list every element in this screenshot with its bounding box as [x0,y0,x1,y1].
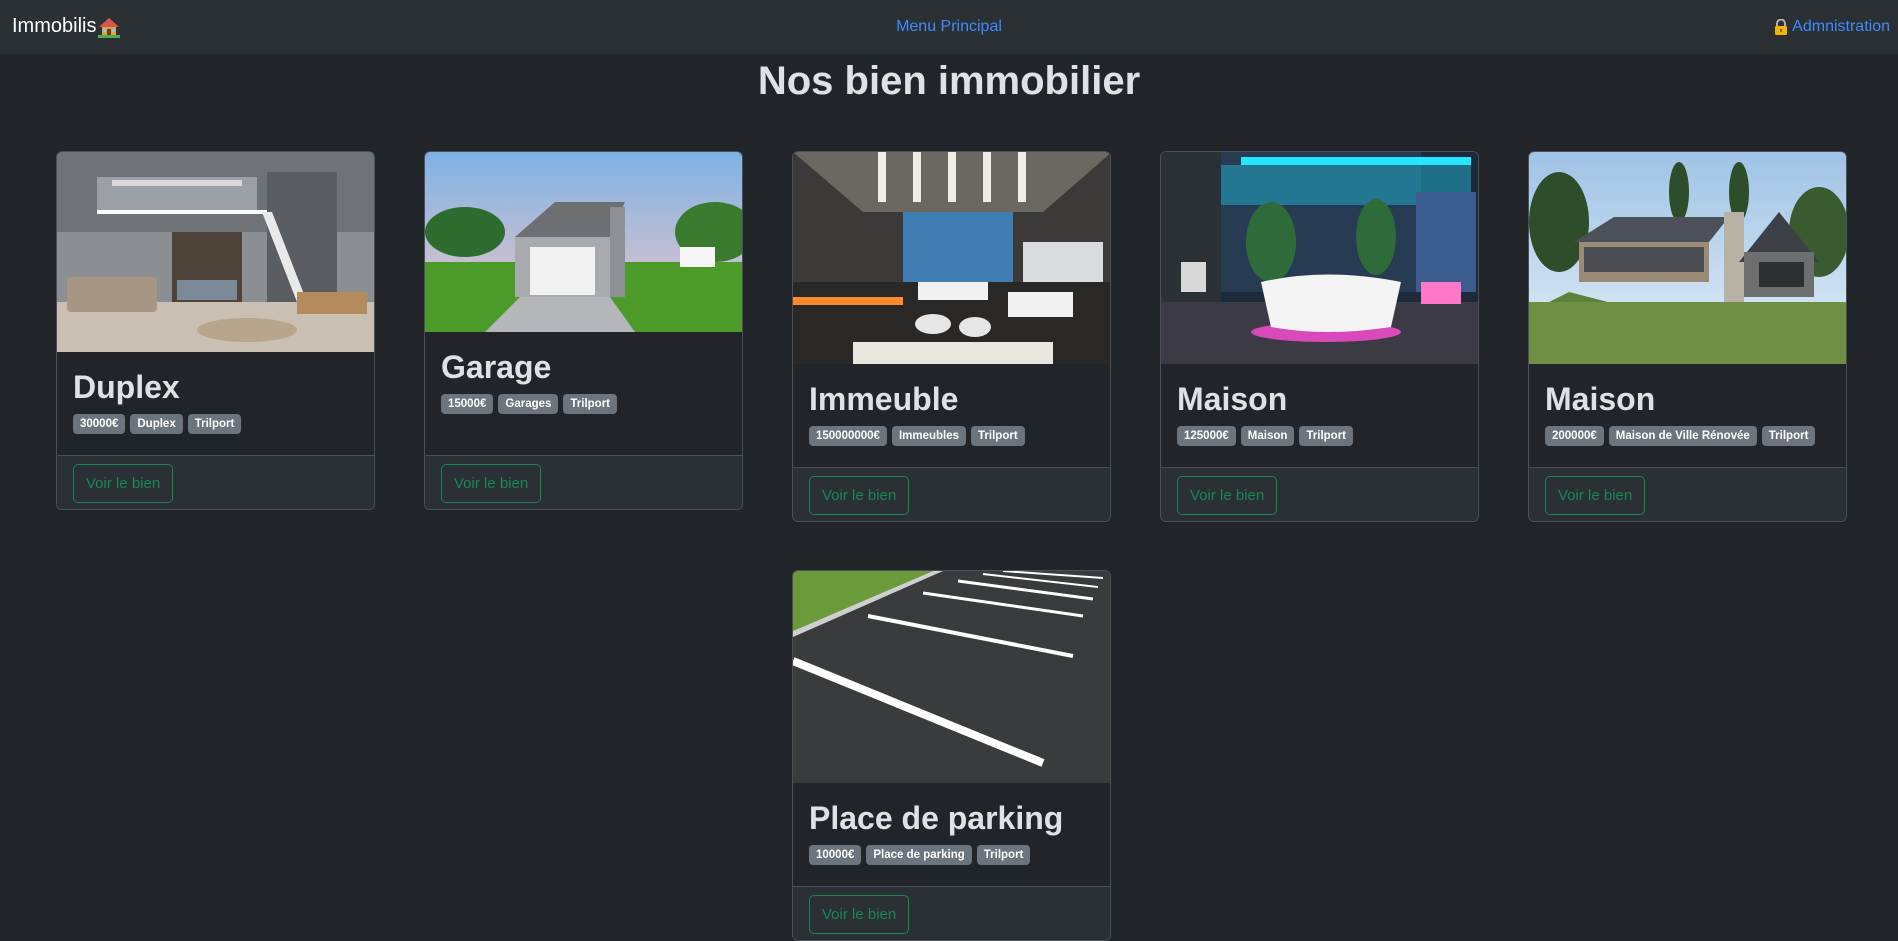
type-badge: Duplex [130,414,183,434]
city-badge: Trilport [1761,426,1816,446]
lounge-interior-image [793,152,1110,364]
view-property-button[interactable]: Voir le bien [73,464,174,503]
view-property-button[interactable]: Voir le bien [809,476,910,515]
city-badge: Trilport [976,845,1031,865]
card-footer: Voir le bien [1161,467,1478,521]
card-title: Garage [441,349,552,385]
property-card: Place de parking 10000€ Place de parking… [792,570,1111,941]
city-badge: Trilport [187,414,242,434]
badge-group: 150000000€ Immeubles Trilport [809,426,1094,446]
badge-group: 200000€ Maison de Ville Rénovée Trilport [1545,426,1830,446]
badge-group: 125000€ Maison Trilport [1177,426,1462,446]
view-property-button[interactable]: Voir le bien [441,464,542,503]
modern-house-image [1529,152,1846,364]
garage-image [425,152,742,332]
view-property-button[interactable]: Voir le bien [1177,476,1278,515]
card-body: Immeuble 150000000€ Immeubles Trilport [793,364,1110,467]
type-badge: Garages [498,394,559,414]
card-body: Place de parking 10000€ Place de parking… [793,783,1110,886]
card-footer: Voir le bien [793,886,1110,940]
card-footer: Voir le bien [793,467,1110,521]
city-badge: Trilport [1299,426,1354,446]
type-badge: Maison [1240,426,1295,446]
city-badge: Trilport [971,426,1025,446]
card-body: Maison 200000€ Maison de Ville Rénovée T… [1529,364,1846,467]
property-card: Maison 200000€ Maison de Ville Rénovée T… [1528,151,1847,522]
administration-link[interactable]: Admnistration [1792,18,1890,36]
card-title: Duplex [73,369,180,405]
card-footer: Voir le bien [57,455,374,509]
view-property-button[interactable]: Voir le bien [809,895,910,934]
price-badge: 30000€ [73,414,126,434]
card-title: Immeuble [809,381,959,417]
nav-right: Admnistration [1774,18,1890,36]
duplex-interior-image [57,152,374,352]
city-badge: Trilport [563,394,618,414]
lock-icon [1774,19,1788,35]
badge-group: 30000€ Duplex Trilport [73,414,358,434]
view-property-button[interactable]: Voir le bien [1545,476,1646,515]
parking-lot-image [793,571,1110,783]
card-title: Maison [1177,381,1288,417]
property-card: Garage 15000€ Garages Trilport Voir le b… [424,151,743,510]
type-badge: Maison de Ville Rénovée [1608,426,1757,446]
type-badge: Immeubles [891,426,967,446]
navbar: Immobilis Menu Principal Admnistration [0,0,1898,54]
card-body: Garage 15000€ Garages Trilport [425,332,742,435]
card-body: Maison 125000€ Maison Trilport [1161,364,1478,467]
bathroom-neon-image [1161,152,1478,364]
property-card: Duplex 30000€ Duplex Trilport Voir le bi… [56,151,375,510]
price-badge: 125000€ [1177,426,1236,446]
card-footer: Voir le bien [425,455,742,509]
price-badge: 150000000€ [809,426,887,446]
menu-principal-link[interactable]: Menu Principal [896,18,1002,35]
badge-group: 10000€ Place de parking Trilport [809,845,1094,865]
badge-group: 15000€ Garages Trilport [441,394,726,414]
type-badge: Place de parking [866,845,972,865]
property-card: Immeuble 150000000€ Immeubles Trilport V… [792,151,1111,522]
property-card: Maison 125000€ Maison Trilport Voir le b… [1160,151,1479,522]
card-title: Maison [1545,381,1656,417]
card-body: Duplex 30000€ Duplex Trilport [57,352,374,455]
nav-center: Menu Principal [0,18,1898,36]
price-badge: 10000€ [809,845,862,865]
card-title: Place de parking [809,800,1064,836]
price-badge: 200000€ [1545,426,1604,446]
card-footer: Voir le bien [1529,467,1846,521]
price-badge: 15000€ [441,394,494,414]
page-title: Nos bien immobilier [757,59,1141,103]
